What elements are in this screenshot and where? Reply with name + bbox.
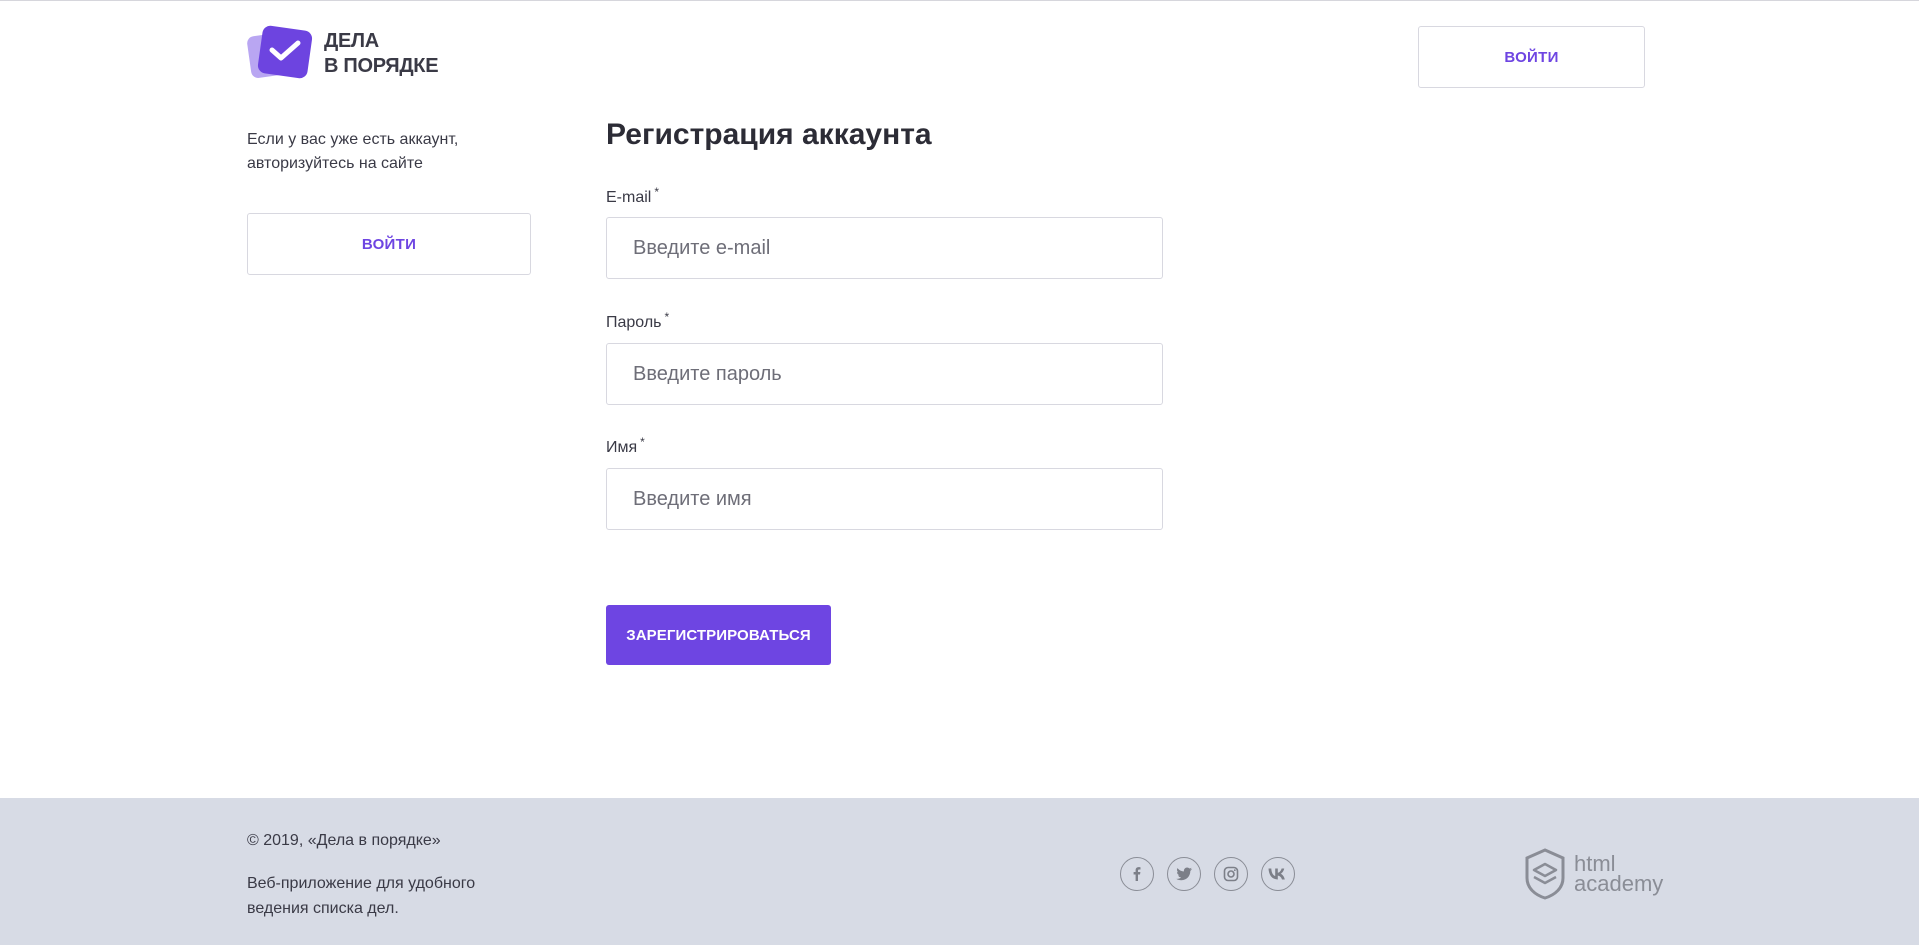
- email-label: E-mail *: [606, 186, 659, 207]
- email-label-text: E-mail: [606, 189, 652, 206]
- logo[interactable]: ДЕЛА В ПОРЯДКЕ: [246, 24, 447, 80]
- name-required-mark: *: [640, 434, 645, 449]
- name-field[interactable]: [606, 468, 1163, 530]
- facebook-icon[interactable]: [1120, 857, 1154, 891]
- html-academy-logo[interactable]: html academy: [1524, 848, 1663, 900]
- logo-check-icon: [246, 24, 319, 80]
- header-login-button[interactable]: ВОЙТИ: [1418, 26, 1645, 88]
- footer: © 2019, «Дела в порядке» Веб-приложение …: [0, 798, 1919, 945]
- logo-line2: В ПОРЯДКЕ: [324, 55, 439, 77]
- email-required-mark: *: [654, 184, 660, 199]
- password-field[interactable]: [606, 343, 1163, 405]
- password-label-text: Пароль: [606, 314, 662, 331]
- name-label-text: Имя: [606, 439, 638, 456]
- sidebar-login-button[interactable]: ВОЙТИ: [247, 213, 531, 275]
- vk-icon[interactable]: [1261, 857, 1295, 891]
- academy-text: html academy: [1574, 853, 1664, 896]
- name-label: Имя *: [606, 436, 645, 457]
- footer-description: Веб-приложение для удобного ведения спис…: [247, 875, 476, 917]
- logo-line1: ДЕЛА: [324, 30, 379, 52]
- copyright: © 2019, «Дела в порядке»: [247, 832, 441, 849]
- page-title: Регистрация аккаунта: [606, 118, 932, 151]
- instagram-icon[interactable]: [1214, 857, 1248, 891]
- twitter-icon[interactable]: [1167, 857, 1201, 891]
- sidebar-text: Если у вас уже есть аккаунт, авторизуйте…: [247, 131, 459, 172]
- academy-shield-icon: [1525, 848, 1565, 900]
- top-border: [0, 0, 1919, 1]
- register-button[interactable]: ЗАРЕГИСТРИРОВАТЬСЯ: [606, 605, 831, 665]
- logo-text: ДЕЛА В ПОРЯДКЕ: [324, 29, 439, 79]
- password-required-mark: *: [664, 309, 670, 324]
- page: ДЕЛА В ПОРЯДКЕ ВОЙТИ Если у вас уже есть…: [0, 0, 1919, 945]
- academy-line2: academy: [1574, 871, 1664, 896]
- email-field[interactable]: [606, 217, 1163, 279]
- password-label: Пароль *: [606, 311, 669, 332]
- social-links: [1120, 857, 1295, 891]
